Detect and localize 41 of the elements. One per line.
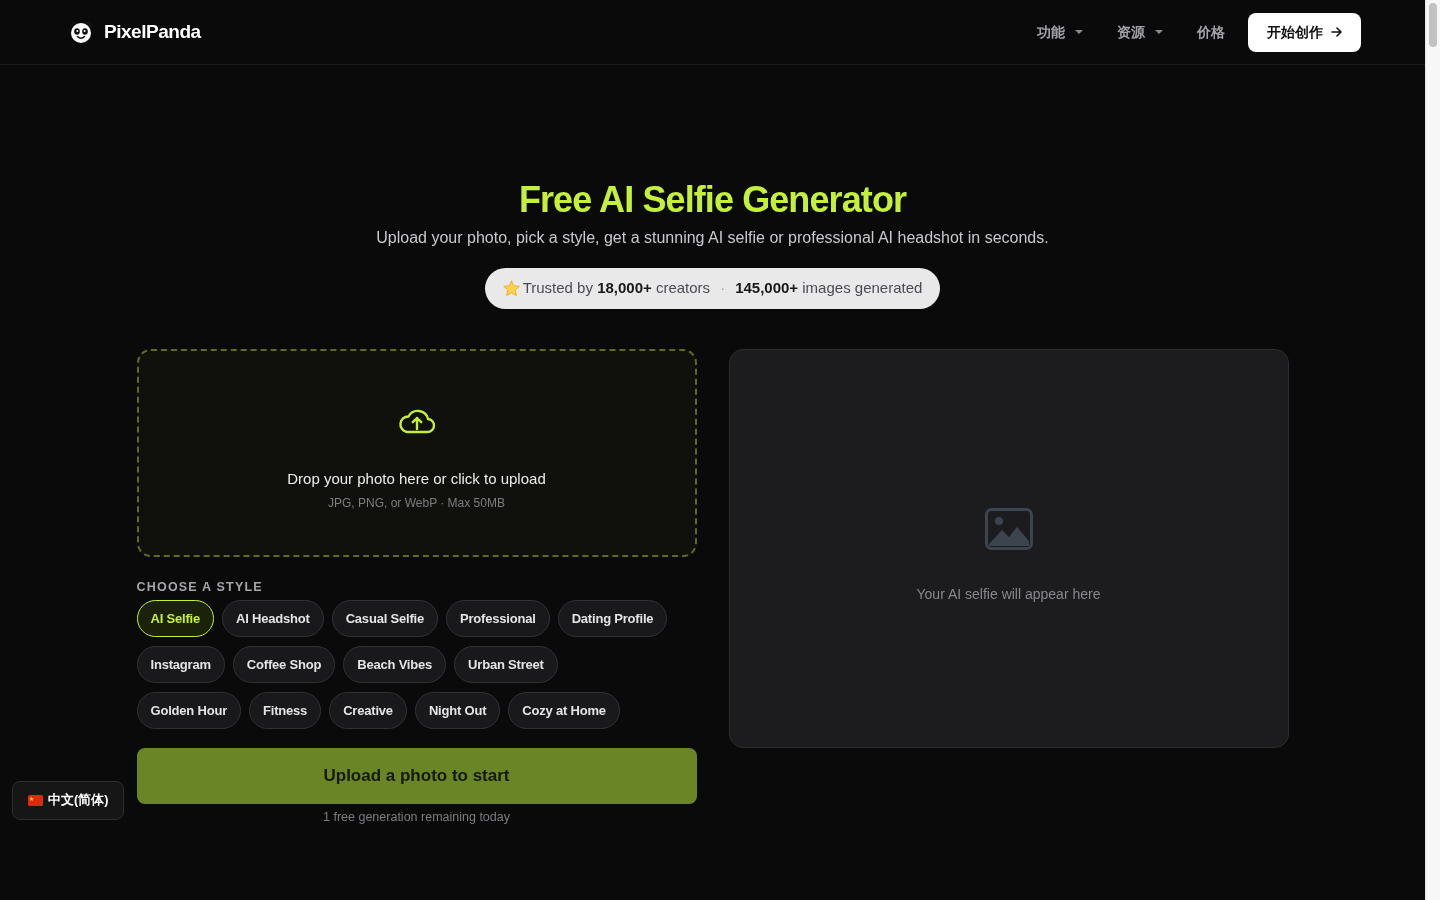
nav-link[interactable]: 价格 xyxy=(1197,21,1225,43)
style-chip[interactable]: Creative xyxy=(329,692,407,729)
style-chip[interactable]: Night Out xyxy=(414,692,501,729)
style-chip[interactable]: Beach Vibes xyxy=(343,646,447,683)
scrollbar[interactable] xyxy=(1425,0,1440,900)
section-label: CHOOSE A STYLE xyxy=(136,579,264,595)
arrow-right-icon xyxy=(1331,27,1342,37)
start-creating-button[interactable]: 开始创作 xyxy=(1248,12,1361,52)
trust-stat: 145,000+ images generated xyxy=(735,278,923,299)
style-chip[interactable]: AI Selfie xyxy=(136,600,214,637)
style-chip[interactable]: AI Headshot xyxy=(222,600,324,637)
trust-stat: Trusted by 18,000+ creators xyxy=(522,278,711,299)
generate-button[interactable]: Upload a photo to start xyxy=(136,748,697,804)
style-chip[interactable]: Fitness xyxy=(249,692,322,729)
caret-icon xyxy=(1155,30,1163,34)
empty-state-message: Your AI selfie will appear here xyxy=(916,584,1101,604)
nav-dropdown[interactable]: 资源 xyxy=(1117,21,1163,43)
china-flag-icon xyxy=(28,795,43,806)
remaining-note: 1 free generation remaining today xyxy=(322,809,511,825)
style-chip[interactable]: Urban Street xyxy=(454,646,558,683)
style-chip[interactable]: Cozy at Home xyxy=(508,692,620,729)
image-icon xyxy=(984,507,1033,550)
star-icon xyxy=(502,280,520,297)
caret-icon xyxy=(1075,30,1083,34)
panda-logo-icon xyxy=(70,21,92,43)
style-chip[interactable]: Golden Hour xyxy=(136,692,242,729)
scrollbar-thumb[interactable] xyxy=(1429,3,1437,47)
page-subtitle: Upload your photo, pick a style, get a stunning AI selfie or professional AI headshot in seconds. xyxy=(376,228,1049,248)
style-chip[interactable]: Instagram xyxy=(136,646,225,683)
upload-hint: JPG, PNG, or WebP · Max 50MB xyxy=(328,494,505,511)
style-chip[interactable]: Coffee Shop xyxy=(232,646,336,683)
page-title: Free AI Selfie Generator xyxy=(518,180,907,220)
nav-dropdown[interactable]: 功能 xyxy=(1037,21,1083,43)
language-switcher[interactable]: 中文(简体) xyxy=(12,781,125,820)
brand-name: PixelPanda xyxy=(104,19,201,44)
upload-instruction: Drop your photo here or click to upload xyxy=(287,468,546,489)
style-chip[interactable]: Dating Profile xyxy=(557,600,668,637)
upload-dropzone[interactable]: Drop your photo here or click to upload JPG, PNG, or WebP · Max 50MB xyxy=(136,349,697,557)
style-chip[interactable]: Professional xyxy=(446,600,550,637)
style-chip[interactable]: Casual Selfie xyxy=(331,600,438,637)
separator-dot: · xyxy=(720,278,726,299)
